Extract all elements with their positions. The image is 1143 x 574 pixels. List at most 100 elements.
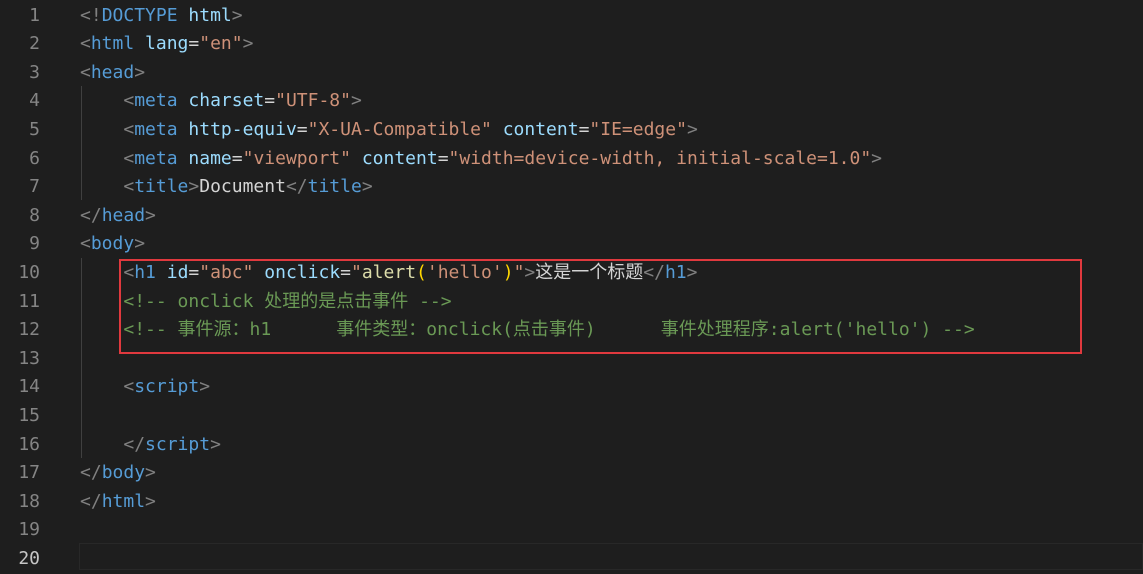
string-token: "UTF-8" — [275, 90, 351, 112]
tag-token: html — [90, 33, 135, 55]
attribute-token: content — [361, 147, 438, 169]
code-line[interactable]: <head> — [80, 59, 145, 88]
tag-token: title — [307, 176, 362, 198]
punctuation-token: > — [188, 176, 200, 198]
line-number: 16 — [18, 433, 40, 455]
tag-token: html — [101, 490, 146, 512]
punctuation-token: > — [231, 4, 243, 26]
string-token: "en" — [199, 33, 243, 55]
punctuation-token: > — [210, 433, 221, 455]
text-token: = — [188, 33, 200, 55]
tag-token: title — [134, 176, 189, 198]
punctuation-token: > — [199, 376, 211, 398]
tag-token: meta — [134, 90, 178, 112]
string-token: "IE=edge" — [589, 118, 687, 140]
line-number: 6 — [29, 147, 40, 169]
code-line[interactable]: </body> — [80, 459, 156, 488]
punctuation-token: > — [145, 490, 156, 512]
line-number: 13 — [18, 347, 40, 369]
tag-token: head — [101, 204, 146, 226]
punctuation-token: < — [80, 33, 91, 55]
tag-token: head — [90, 61, 135, 83]
punctuation-token: > — [145, 462, 156, 484]
text-token: = — [296, 118, 308, 140]
line-number: 15 — [18, 404, 40, 426]
line-number: 14 — [18, 376, 40, 398]
line-number: 5 — [29, 118, 40, 140]
punctuation-token: > — [350, 90, 362, 112]
tag-token: body — [101, 462, 146, 484]
line-number: 12 — [18, 319, 40, 341]
tag-token: script — [134, 376, 200, 398]
code-line[interactable]: <!DOCTYPE html> — [80, 2, 243, 31]
punctuation-token: > — [145, 204, 156, 226]
attribute-token: lang — [145, 33, 189, 55]
punctuation-token: < — [80, 233, 91, 255]
punctuation-token: < — [123, 118, 135, 140]
code-line[interactable]: </html> — [80, 488, 156, 517]
punctuation-token: > — [871, 147, 883, 169]
punctuation-token: < — [123, 90, 135, 112]
line-number-gutter: 1 2 3 4 5 6 7 8 9 10 11 12 13 14 15 16 17 18 19 20 — [0, 0, 60, 574]
line-number: 11 — [18, 290, 40, 312]
code-editor[interactable]: 1 2 3 4 5 6 7 8 9 10 11 12 13 14 15 16 17 18 19 20 <!DOCTYP… — [0, 0, 1143, 574]
attribute-token: content — [502, 118, 579, 140]
punctuation-token: </ — [80, 462, 102, 484]
string-token: "X-UA-Compatible" — [307, 118, 492, 140]
string-token: "width=device-width, initial-scale=1.0" — [448, 147, 872, 169]
code-line[interactable]: <title>Document</title> — [80, 173, 373, 202]
line-number: 17 — [18, 462, 40, 484]
text-token: = — [231, 147, 243, 169]
code-line[interactable]: <script> — [80, 373, 210, 402]
line-number: 10 — [18, 261, 40, 283]
attribute-token: charset — [188, 90, 265, 112]
code-line[interactable]: <body> — [80, 230, 145, 259]
code-line[interactable]: <html lang="en"> — [80, 30, 253, 59]
code-line[interactable]: </script> — [80, 431, 221, 460]
line-number: 9 — [29, 233, 40, 255]
line-number: 4 — [29, 90, 40, 112]
punctuation-token: <! — [80, 4, 102, 26]
punctuation-token: > — [361, 176, 373, 198]
line-number: 19 — [18, 519, 40, 541]
punctuation-token: > — [134, 61, 146, 83]
text-token: Document — [199, 176, 286, 198]
code-line[interactable]: <meta http-equiv="X-UA-Compatible" conte… — [80, 116, 698, 145]
line-number: 3 — [29, 61, 40, 83]
line-number: 2 — [29, 33, 40, 55]
punctuation-token: < — [123, 176, 135, 198]
line-number: 18 — [18, 490, 40, 512]
text-token: = — [437, 147, 449, 169]
text-token: = — [264, 90, 276, 112]
string-token: "viewport" — [242, 147, 351, 169]
punctuation-token: </ — [285, 176, 308, 198]
code-line[interactable]: <meta charset="UTF-8"> — [80, 87, 362, 116]
punctuation-token: </ — [80, 204, 102, 226]
annotation-highlight-box — [119, 259, 1082, 354]
punctuation-token: </ — [80, 490, 102, 512]
tag-token: body — [90, 233, 135, 255]
attribute-token: html — [188, 4, 232, 26]
line-number: 8 — [29, 204, 40, 226]
punctuation-token: < — [123, 376, 135, 398]
attribute-token: name — [188, 147, 232, 169]
code-line[interactable]: <meta name="viewport" content="width=dev… — [80, 145, 882, 174]
punctuation-token: > — [686, 118, 698, 140]
tag-token: meta — [134, 147, 178, 169]
code-line[interactable]: </head> — [80, 202, 156, 231]
punctuation-token: > — [134, 233, 146, 255]
tag-token: DOCTYPE — [101, 4, 178, 26]
punctuation-token: < — [80, 61, 91, 83]
